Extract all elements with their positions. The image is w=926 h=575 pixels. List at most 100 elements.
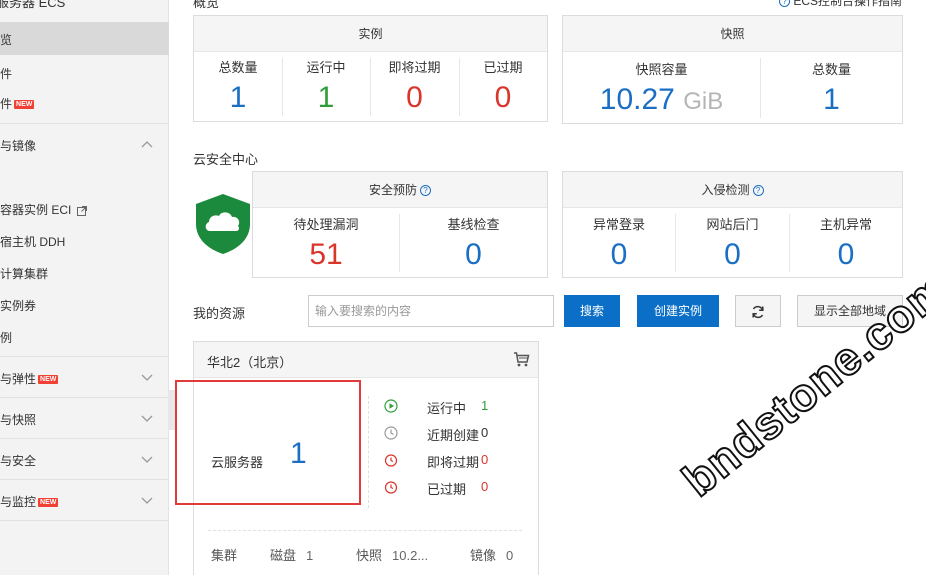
stat-abnormal-login-value: 0 [610,238,628,271]
sidebar-item-instances-images[interactable]: 与镜像 [0,137,36,154]
sidebar-item-tags-label: 件 [0,97,13,111]
guide-link[interactable]: ? ECS控制台操作指南 [776,0,902,9]
sidebar-item-label: 与弹性 [0,372,37,386]
refresh-button[interactable] [735,295,781,327]
play-circle-icon [384,399,398,413]
search-input[interactable] [308,295,554,327]
overview-title: 概览 [193,0,220,10]
snapshots-card-header: 快照 [563,16,902,52]
my-resources-title: 我的资源 [193,306,246,321]
bottom-snapshot[interactable]: 快照 10.2... [356,545,428,564]
sidebar-item-instance-voucher[interactable]: 实例券 [0,297,36,314]
status-expired-value: 0 [481,479,489,494]
stat-baseline-check-value: 0 [465,238,482,271]
status-expiring-value: 0 [481,452,489,467]
create-instance-button[interactable]: 创建实例 [637,295,719,327]
sidebar-item-reserved[interactable]: 例 [0,329,12,346]
chevron-down-icon[interactable] [140,452,154,466]
security-center-title: 云安全中心 [193,152,259,167]
stat-expiring-value: 0 [406,81,423,114]
sidebar-item-deployment-elastic[interactable]: 与弹性 NEW [0,370,59,387]
snapshot-count-value: 1 [823,83,840,116]
bottom-image-value: 0 [506,548,514,563]
bottom-disk-label: 磁盘 [270,548,297,563]
status-expired-label: 已过期 [427,482,467,497]
region-name: 华北2（北京） [207,355,293,370]
chevron-up-icon[interactable] [140,137,154,151]
alarm-clock-icon [384,454,398,467]
external-link-icon [76,205,87,216]
stat-webshell-label: 网站后门 [706,217,759,232]
server-label[interactable]: 云服务器 [211,452,263,471]
server-count[interactable]: 1 [290,436,307,472]
sidebar-divider [0,123,169,124]
snapshot-capacity[interactable]: 快照容量 10.27 GiB [563,59,760,120]
help-icon: ? [779,0,790,8]
search-button[interactable]: 搜索 [564,295,620,327]
sidebar-active-highlight [0,22,169,55]
sidebar-item-network-security[interactable]: 与安全 [0,452,36,469]
stat-expiring[interactable]: 即将过期 0 [370,57,459,116]
new-badge: NEW [38,498,59,508]
guide-link-label: ECS控制台操作指南 [793,0,903,8]
bottom-image[interactable]: 镜像 0 [470,545,513,564]
sidebar-item-ops-monitoring[interactable]: 与监控 NEW [0,493,59,510]
stat-abnormal-login[interactable]: 异常登录 0 [563,214,675,273]
bottom-snapshot-label: 快照 [356,548,383,563]
ecs-console: 服务器 ECS 览 件 件 NEW 与镜像 容器实例 ECI 宿主机 DDH 计算… [0,0,926,575]
bottom-image-label: 镜像 [470,548,497,563]
divider [368,396,369,508]
intrusion-detection-header: 入侵检测? [563,172,902,208]
sidebar-item-storage-snapshots[interactable]: 与快照 [0,411,36,428]
chevron-down-icon[interactable] [140,493,154,507]
stat-host-anomaly-value: 0 [837,238,855,271]
status-recently-created-value: 0 [481,425,489,440]
sidebar-divider [0,397,169,398]
snapshot-capacity-label: 快照容量 [635,62,688,77]
bottom-disk[interactable]: 磁盘 1 [270,545,313,564]
stat-baseline-check[interactable]: 基线检查 0 [400,214,547,273]
status-expiring-label: 即将过期 [427,455,480,470]
stat-webshell[interactable]: 网站后门 0 [676,214,789,273]
stat-total-label: 总数量 [218,60,258,75]
refresh-icon [752,305,764,318]
sidebar: 服务器 ECS 览 件 件 NEW 与镜像 容器实例 ECI 宿主机 DDH 计算… [0,0,169,575]
help-icon[interactable]: ? [752,185,764,197]
sidebar-item-overview[interactable]: 览 [0,31,12,48]
sidebar-item-label: 与监控 [0,495,37,509]
sidebar-item-eci-label: 容器实例 ECI [0,203,72,217]
help-icon[interactable]: ? [420,185,431,197]
stat-webshell-value: 0 [724,238,741,271]
snapshot-count[interactable]: 总数量 1 [761,59,902,118]
sidebar-item-events[interactable]: 件 [0,65,12,82]
highlight-box [175,380,361,505]
sidebar-divider [0,520,169,521]
stat-expired[interactable]: 已过期 0 [459,57,547,116]
bottom-cluster[interactable]: 集群 [211,545,247,564]
status-running-label: 运行中 [427,401,467,416]
sidebar-item-eci[interactable]: 容器实例 ECI [0,201,87,218]
sidebar-divider [0,438,169,439]
stat-baseline-check-label: 基线检查 [447,217,500,232]
security-prevention-header: 安全预防? [253,172,547,208]
chevron-down-icon[interactable] [140,370,154,384]
sidebar-item-tags[interactable]: 件 NEW [0,95,35,112]
new-badge: NEW [38,375,59,385]
chevron-down-icon[interactable] [140,411,154,425]
snapshot-capacity-unit: GiB [683,88,724,115]
new-badge: NEW [14,100,35,110]
snapshot-capacity-value: 10.27 [599,83,675,116]
stat-abnormal-login-label: 异常登录 [592,217,645,232]
cart-icon[interactable] [513,352,530,367]
stat-pending-vulns[interactable]: 待处理漏洞 51 [253,214,399,273]
stat-total[interactable]: 总数量 1 [194,57,282,116]
security-prevention-title: 安全预防 [368,183,417,197]
stat-host-anomaly[interactable]: 主机异常 0 [790,214,902,273]
sidebar-item-ddh[interactable]: 宿主机 DDH [0,233,65,250]
stat-running[interactable]: 运行中 1 [282,57,370,116]
stat-running-value: 1 [317,81,335,114]
status-recently-created-label: 近期创建 [427,428,480,443]
sidebar-item-hpc-cluster[interactable]: 计算集群 [0,265,48,282]
shield-cloud-icon [196,194,250,254]
bottom-cluster-label: 集群 [211,548,238,563]
